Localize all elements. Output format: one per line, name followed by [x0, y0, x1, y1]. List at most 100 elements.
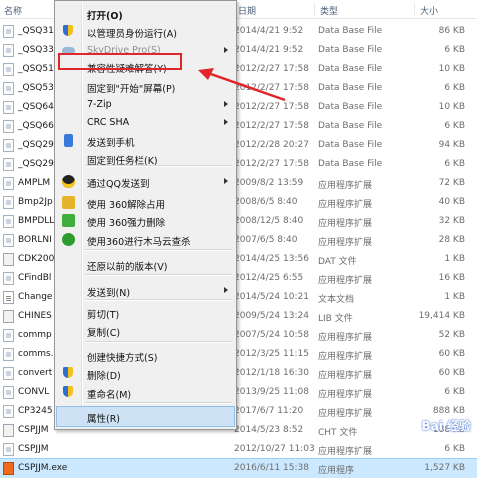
file-date: 2008/12/5 8:40	[234, 216, 304, 226]
file-date: 2016/6/11 15:38	[234, 463, 309, 473]
file-name: CP3245	[18, 406, 53, 416]
file-type: 应用程序扩展	[318, 238, 373, 248]
file-icon	[3, 44, 14, 57]
file-size: 6 KB	[444, 387, 465, 397]
file-date: 2009/5/24 13:24	[234, 311, 309, 321]
header-name[interactable]: 名称	[4, 4, 22, 17]
file-type: CHT 文件	[318, 428, 358, 438]
file-type: Data Base File	[318, 64, 383, 74]
file-size: 1 KB	[444, 292, 465, 302]
menu-item-10[interactable]: 使用 360解除占用	[57, 193, 234, 212]
file-date: 2012/2/27 17:58	[234, 159, 309, 169]
header-divider[interactable]	[414, 3, 415, 15]
menu-item-18[interactable]: 删除(D)	[57, 364, 234, 383]
menu-item-12[interactable]: 使用360进行木马云查杀	[57, 230, 234, 249]
file-type: 应用程序扩展	[318, 333, 373, 343]
submenu-arrow-icon	[224, 101, 228, 107]
menu-item-14[interactable]: 发送到(N)	[57, 281, 234, 300]
menu-item-4[interactable]: 固定到"开始"屏幕(P)	[57, 77, 234, 96]
menu-item-label: 删除(D)	[87, 371, 121, 382]
file-icon	[3, 253, 14, 266]
submenu-arrow-icon	[224, 47, 228, 53]
file-row[interactable]: CSPJJM 2012/10/27 11:03 应用程序扩展 6 KB	[0, 440, 477, 459]
header-size[interactable]: 大小	[420, 4, 438, 17]
file-date: 2014/4/25 13:56	[234, 254, 309, 264]
file-type: 应用程序扩展	[318, 276, 373, 286]
menu-item-11[interactable]: 使用 360强力删除	[57, 211, 234, 230]
360-scan-icon	[62, 233, 75, 246]
file-size: 86 KB	[438, 26, 465, 36]
file-icon	[3, 158, 14, 171]
file-icon	[3, 424, 14, 437]
file-date: 2012/4/25 6:55	[234, 273, 304, 283]
file-type: 应用程序扩展	[318, 409, 373, 419]
file-name: CDK200	[18, 254, 55, 264]
file-type: 应用程序扩展	[318, 181, 373, 191]
menu-item-17[interactable]: 创建快捷方式(S)	[57, 346, 234, 365]
file-icon	[3, 291, 14, 304]
file-icon	[3, 386, 14, 399]
menu-item-7[interactable]: 发送到手机	[57, 131, 234, 150]
file-size: 1,527 KB	[424, 463, 465, 473]
file-icon	[3, 82, 14, 95]
file-name: convert	[18, 368, 53, 378]
file-name: _QSQ29	[18, 140, 54, 150]
file-size: 94 KB	[438, 140, 465, 150]
menu-item-label: 固定到"开始"屏幕(P)	[87, 84, 176, 95]
menu-item-9[interactable]: 通过QQ发送到	[57, 172, 234, 191]
file-type: 应用程序扩展	[318, 371, 373, 381]
file-date: 2007/6/5 8:40	[234, 235, 298, 245]
menu-item-13[interactable]: 还原以前的版本(V)	[57, 255, 234, 274]
menu-item-0[interactable]: 打开(O)	[57, 4, 234, 23]
menu-item-label: CRC SHA	[87, 117, 130, 128]
menu-item-label: 7-Zip	[87, 99, 112, 110]
file-name: CFindBl	[18, 273, 52, 283]
menu-item-19[interactable]: 重命名(M)	[57, 383, 234, 402]
menu-item-16[interactable]: 复制(C)	[57, 321, 234, 340]
file-name: _QSQ53	[18, 83, 54, 93]
file-name: CSPJJM	[18, 444, 49, 454]
file-date: 2009/8/2 13:59	[234, 178, 304, 188]
file-date: 2013/9/25 11:08	[234, 387, 309, 397]
menu-item-label: 以管理员身份运行(A)	[87, 29, 177, 40]
file-name: BMPDLL	[18, 216, 55, 226]
file-name: _QSQ66	[18, 121, 54, 131]
file-size: 1 KB	[444, 254, 465, 264]
file-date: 2017/6/7 11:20	[234, 406, 304, 416]
phone-icon	[64, 134, 73, 147]
file-name: comms.	[18, 349, 54, 359]
360-delete-icon	[62, 214, 75, 227]
file-size: 60 KB	[438, 368, 465, 378]
qq-icon	[62, 175, 75, 188]
file-type: LIB 文件	[318, 314, 353, 324]
file-name: CSPJJM.exe	[18, 463, 68, 473]
header-divider[interactable]	[314, 3, 315, 15]
menu-item-5[interactable]: 7-Zip	[57, 95, 234, 114]
file-size: 32 KB	[438, 216, 465, 226]
file-icon	[3, 234, 14, 247]
file-date: 2008/6/5 8:40	[234, 197, 298, 207]
submenu-arrow-icon	[224, 178, 228, 184]
file-name: _QSQ51	[18, 64, 54, 74]
menu-item-15[interactable]: 剪切(T)	[57, 303, 234, 322]
header-date[interactable]: 日期	[238, 4, 256, 17]
menu-item-20[interactable]: 属性(R)	[56, 406, 235, 427]
header-type[interactable]: 类型	[320, 4, 338, 17]
file-date: 2007/5/24 10:58	[234, 330, 309, 340]
file-type: Data Base File	[318, 140, 383, 150]
menu-item-1[interactable]: 以管理员身份运行(A)	[57, 22, 234, 41]
file-icon	[3, 310, 14, 323]
shield-icon	[63, 367, 73, 378]
360-unlock-icon	[62, 196, 75, 209]
menu-item-6[interactable]: CRC SHA	[57, 113, 234, 132]
file-icon	[3, 139, 14, 152]
file-date: 2012/2/28 20:27	[234, 140, 309, 150]
file-name: _QSQ31	[18, 26, 54, 36]
file-type: 应用程序扩展	[318, 219, 373, 229]
file-name: _QSQ64	[18, 102, 54, 112]
file-type: 文本文档	[318, 295, 355, 305]
file-row[interactable]: CSPJJM.exe 2016/6/11 15:38 应用程序 1,527 KB	[0, 458, 477, 478]
file-type: Data Base File	[318, 159, 383, 169]
menu-item-label: 发送到手机	[87, 138, 135, 149]
file-icon	[3, 348, 14, 361]
